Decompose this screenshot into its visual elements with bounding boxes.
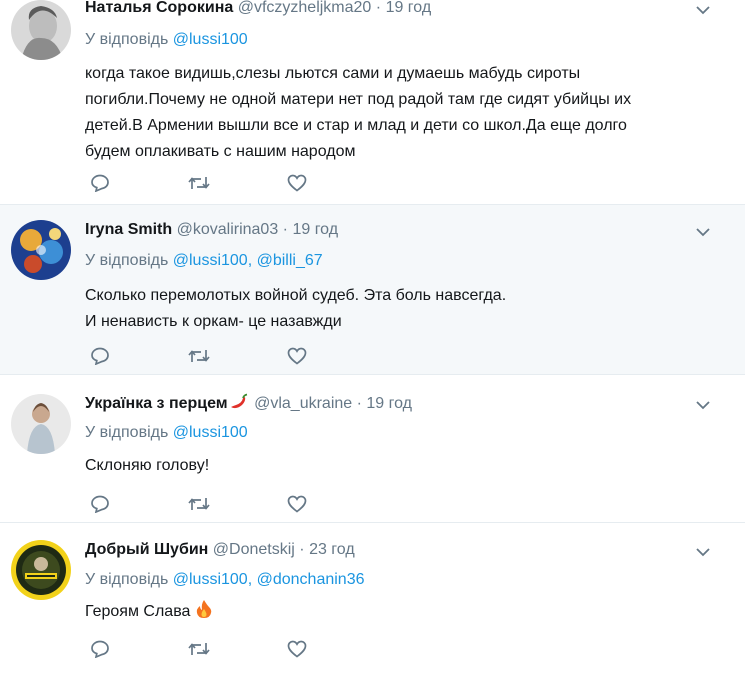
avatar[interactable] bbox=[11, 0, 71, 60]
reply-icon[interactable] bbox=[87, 171, 113, 195]
timestamp[interactable]: 19 год bbox=[386, 0, 432, 16]
text-line: погибли.Почему не одной матери нет под р… bbox=[85, 91, 632, 108]
mention-separator: , bbox=[247, 252, 253, 269]
tweet-text: Героям Слава bbox=[85, 599, 645, 628]
chevron-down-icon[interactable] bbox=[693, 542, 713, 562]
reply-icon[interactable] bbox=[87, 344, 113, 368]
separator-dot: · bbox=[356, 395, 362, 412]
chevron-down-icon[interactable] bbox=[693, 0, 713, 20]
user-handle[interactable]: @vla_ukraine bbox=[254, 395, 352, 412]
tweet[interactable]: Наталья Сорокина @vfczyzheljkma20 · 19 г… bbox=[0, 0, 745, 205]
tweet-text: Склоняю голову! bbox=[85, 453, 645, 479]
mention-link[interactable]: @lussi100 bbox=[173, 424, 248, 441]
tweet-text: Сколько перемолотых войной судеб. Эта бо… bbox=[85, 283, 645, 335]
reply-prefix: У відповідь bbox=[85, 571, 169, 588]
reply-context: У відповідь @lussi100, @donchanin36 bbox=[85, 569, 365, 591]
avatar[interactable] bbox=[11, 394, 71, 454]
hot-pepper-emoji bbox=[228, 393, 250, 418]
user-handle[interactable]: @Donetskij bbox=[213, 541, 295, 558]
retweet-icon[interactable] bbox=[186, 344, 212, 368]
text-line: Склоняю голову! bbox=[85, 457, 210, 474]
avatar[interactable] bbox=[11, 540, 71, 600]
mention-link[interactable]: @lussi100 bbox=[173, 571, 248, 588]
tweet-text: когда такое видишь,слезы льются сами и д… bbox=[85, 61, 645, 165]
tweet-header: Наталья Сорокина @vfczyzheljkma20 · 19 г… bbox=[85, 0, 431, 19]
display-name[interactable]: Українка з перцем bbox=[85, 395, 228, 412]
text-line: Сколько перемолотых войной судеб. Эта бо… bbox=[85, 287, 507, 304]
avatar[interactable] bbox=[11, 220, 71, 280]
mention-link[interactable]: @lussi100 bbox=[173, 31, 248, 48]
tweet-header: Iryna Smith @kovalirina03 · 19 год bbox=[85, 219, 338, 241]
text-line: будем оплакивать с нашим народом bbox=[85, 143, 356, 160]
fire-emoji bbox=[195, 599, 213, 628]
retweet-icon[interactable] bbox=[186, 637, 212, 661]
text-line: Героям Слава bbox=[85, 603, 191, 620]
reply-icon[interactable] bbox=[87, 637, 113, 661]
tweet[interactable]: Добрый Шубин @Donetskij · 23 год У відпо… bbox=[0, 523, 745, 673]
text-line: когда такое видишь,слезы льются сами и д… bbox=[85, 65, 581, 82]
display-name[interactable]: Наталья Сорокина bbox=[85, 0, 233, 16]
reply-icon[interactable] bbox=[87, 492, 113, 516]
chevron-down-icon[interactable] bbox=[693, 222, 713, 242]
reply-prefix: У відповідь bbox=[85, 424, 169, 441]
timestamp[interactable]: 23 год bbox=[309, 541, 355, 558]
mention-link[interactable]: @billi_67 bbox=[257, 252, 323, 269]
tweet[interactable]: Українка з перцем @vla_ukraine · 19 год … bbox=[0, 375, 745, 523]
retweet-icon[interactable] bbox=[186, 492, 212, 516]
timestamp[interactable]: 19 год bbox=[366, 395, 412, 412]
reply-prefix: У відповідь bbox=[85, 31, 169, 48]
separator-dot: · bbox=[282, 221, 288, 238]
reply-context: У відповідь @lussi100, @billi_67 bbox=[85, 250, 323, 272]
reply-prefix: У відповідь bbox=[85, 252, 169, 269]
chevron-down-icon[interactable] bbox=[693, 395, 713, 415]
like-icon[interactable] bbox=[284, 492, 310, 516]
reply-context: У відповідь @lussi100 bbox=[85, 422, 248, 444]
text-line: И ненависть к оркам- це назавжди bbox=[85, 313, 342, 330]
display-name[interactable]: Iryna Smith bbox=[85, 221, 172, 238]
text-line: детей.В Армении вышли все и стар и млад … bbox=[85, 117, 627, 134]
like-icon[interactable] bbox=[284, 344, 310, 368]
tweet-header: Добрый Шубин @Donetskij · 23 год bbox=[85, 539, 355, 561]
reply-context: У відповідь @lussi100 bbox=[85, 29, 248, 51]
display-name[interactable]: Добрый Шубин bbox=[85, 541, 208, 558]
tweet[interactable]: Iryna Smith @kovalirina03 · 19 год У від… bbox=[0, 205, 745, 375]
separator-dot: · bbox=[299, 541, 305, 558]
user-handle[interactable]: @vfczyzheljkma20 bbox=[238, 0, 372, 16]
retweet-icon[interactable] bbox=[186, 171, 212, 195]
like-icon[interactable] bbox=[284, 171, 310, 195]
timestamp[interactable]: 19 год bbox=[292, 221, 338, 238]
like-icon[interactable] bbox=[284, 637, 310, 661]
mention-link[interactable]: @lussi100 bbox=[173, 252, 248, 269]
separator-dot: · bbox=[375, 0, 382, 16]
mention-link[interactable]: @donchanin36 bbox=[257, 571, 365, 588]
mention-separator: , bbox=[247, 571, 253, 588]
tweet-header: Українка з перцем @vla_ukraine · 19 год bbox=[85, 393, 412, 415]
user-handle[interactable]: @kovalirina03 bbox=[177, 221, 279, 238]
